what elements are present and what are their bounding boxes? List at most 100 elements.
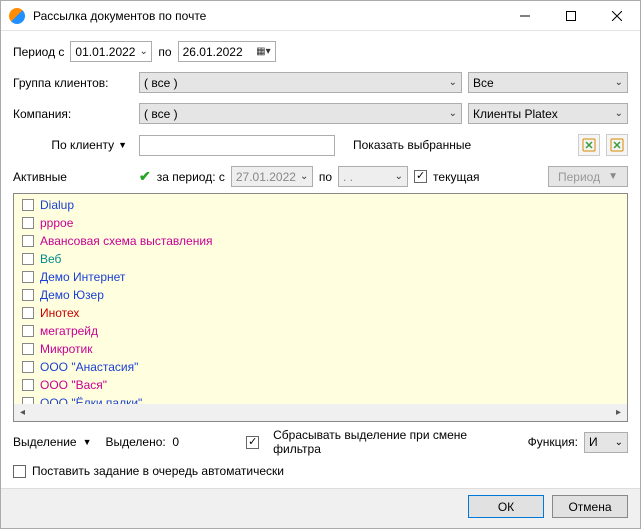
item-name: мегатрейд — [40, 324, 98, 338]
list-item[interactable]: ООО "Ёлки палки" — [18, 394, 623, 404]
item-checkbox[interactable] — [22, 217, 34, 229]
minimize-button[interactable] — [502, 1, 548, 31]
list-item[interactable]: мегатрейд — [18, 322, 623, 340]
queue-checkbox[interactable] — [13, 465, 26, 478]
item-name: Демо Интернет — [40, 270, 125, 284]
list-item[interactable]: Демо Интернет — [18, 268, 623, 286]
list-item[interactable]: Микротик — [18, 340, 623, 358]
selected-count-label: Выделено: 0 — [106, 435, 180, 449]
chevron-down-icon: ⌄ — [615, 77, 623, 88]
chevron-down-icon: ⌄ — [615, 108, 623, 119]
chevron-down-icon: ⌄ — [395, 171, 403, 182]
chevron-down-icon: ⌄ — [449, 108, 457, 119]
scroll-left-icon[interactable]: ◂ — [14, 404, 31, 421]
client-search-input[interactable] — [139, 135, 335, 156]
item-checkbox[interactable] — [22, 307, 34, 319]
company-right-select[interactable]: Клиенты Platex ⌄ — [468, 103, 628, 124]
reset-on-filter-checkbox[interactable] — [246, 436, 259, 449]
period-to-label: по — [158, 45, 171, 59]
client-group-select[interactable]: ( все ) ⌄ — [139, 72, 462, 93]
active-row: Активные ✔ за период: с 27.01.2022 ⌄ по … — [13, 166, 628, 187]
window-title: Рассылка документов по почте — [33, 9, 502, 23]
item-name: ООО "Вася" — [40, 378, 107, 392]
item-name: pppoe — [40, 216, 73, 230]
triangle-down-icon: ▼ — [83, 437, 92, 447]
company-row: Компания: ( все ) ⌄ Клиенты Platex ⌄ — [13, 103, 628, 124]
excel-import-button[interactable] — [606, 134, 628, 156]
item-checkbox[interactable] — [22, 235, 34, 247]
by-client-row: По клиенту ▼ Показать выбранные — [13, 134, 628, 156]
active-label: Активные — [13, 170, 133, 184]
item-checkbox[interactable] — [22, 379, 34, 391]
chevron-down-icon: ⌄ — [615, 437, 623, 448]
list-item[interactable]: Инотех — [18, 304, 623, 322]
triangle-down-icon: ▼ — [608, 171, 618, 182]
maximize-button[interactable] — [548, 1, 594, 31]
function-label: Функция: — [528, 435, 578, 449]
company-select[interactable]: ( все ) ⌄ — [139, 103, 462, 124]
list-item[interactable]: Dialup — [18, 196, 623, 214]
list-item[interactable]: Демо Юзер — [18, 286, 623, 304]
item-checkbox[interactable] — [22, 397, 34, 404]
period-row: Период с 01.01.2022 ⌄ по 26.01.2022 ▦▾ — [13, 41, 628, 62]
item-checkbox[interactable] — [22, 199, 34, 211]
item-name: Демо Юзер — [40, 288, 104, 302]
list-item[interactable]: ООО "Анастасия" — [18, 358, 623, 376]
chevron-down-icon: ⌄ — [449, 77, 457, 88]
current-checkbox[interactable] — [414, 170, 427, 183]
button-row: ОК Отмена — [1, 488, 640, 528]
active-period-prefix: за период: с — [157, 170, 225, 184]
client-list-body[interactable]: Dialup pppoe Авансовая схема выставления Ве… — [14, 194, 627, 404]
item-checkbox[interactable] — [22, 361, 34, 373]
queue-label: Поставить задание в очередь автоматическ… — [32, 464, 284, 478]
company-label: Компания: — [13, 107, 133, 121]
active-to-label: по — [319, 170, 332, 184]
scroll-right-icon[interactable]: ▸ — [610, 404, 627, 421]
list-item[interactable]: ООО "Вася" — [18, 376, 623, 394]
current-label: текущая — [433, 170, 479, 184]
client-list: Dialup pppoe Авансовая схема выставления Ве… — [13, 193, 628, 422]
reset-on-filter-label: Сбрасывать выделение при смене фильтра — [273, 428, 513, 456]
item-checkbox[interactable] — [22, 253, 34, 265]
footer-queue-row: Поставить задание в очередь автоматическ… — [1, 462, 640, 486]
period-to-input[interactable]: 26.01.2022 ▦▾ — [178, 41, 276, 62]
list-item[interactable]: Веб — [18, 250, 623, 268]
item-checkbox[interactable] — [22, 343, 34, 355]
function-select[interactable]: И ⌄ — [584, 432, 628, 453]
item-name: ООО "Ёлки палки" — [40, 396, 142, 404]
triangle-down-icon: ▼ — [118, 140, 127, 150]
item-checkbox[interactable] — [22, 271, 34, 283]
horizontal-scrollbar[interactable]: ◂ ▸ — [14, 404, 627, 421]
item-name: Веб — [40, 252, 61, 266]
selection-dropdown[interactable]: Выделение ▼ — [13, 435, 92, 449]
item-name: ООО "Анастасия" — [40, 360, 138, 374]
chevron-down-icon: ⌄ — [139, 46, 147, 57]
client-group-right-select[interactable]: Все ⌄ — [468, 72, 628, 93]
item-name: Авансовая схема выставления — [40, 234, 213, 248]
list-item[interactable]: Авансовая схема выставления — [18, 232, 623, 250]
client-group-label: Группа клиентов: — [13, 76, 133, 90]
ok-button[interactable]: ОК — [468, 495, 544, 518]
cancel-button[interactable]: Отмена — [552, 495, 628, 518]
item-name: Микротик — [40, 342, 92, 356]
titlebar: Рассылка документов по почте — [1, 1, 640, 31]
item-checkbox[interactable] — [22, 289, 34, 301]
active-date-to[interactable]: . . ⌄ — [338, 166, 408, 187]
active-date-from[interactable]: 27.01.2022 ⌄ — [231, 166, 313, 187]
chevron-down-icon: ⌄ — [300, 171, 308, 182]
excel-export-button[interactable] — [578, 134, 600, 156]
list-item[interactable]: pppoe — [18, 214, 623, 232]
period-button[interactable]: Период ▼ — [548, 166, 628, 187]
item-name: Инотех — [40, 306, 79, 320]
by-client-dropdown[interactable]: По клиенту ▼ — [13, 138, 133, 152]
footer-selection-row: Выделение ▼ Выделено: 0 Сбрасывать выдел… — [1, 422, 640, 462]
app-icon — [9, 8, 25, 24]
item-name: Dialup — [40, 198, 74, 212]
item-checkbox[interactable] — [22, 325, 34, 337]
period-from-input[interactable]: 01.01.2022 ⌄ — [70, 41, 152, 62]
calendar-dropdown-icon: ▦▾ — [256, 46, 270, 57]
client-group-row: Группа клиентов: ( все ) ⌄ Все ⌄ — [13, 72, 628, 93]
show-selected-label: Показать выбранные — [353, 138, 471, 152]
close-button[interactable] — [594, 1, 640, 31]
period-from-label: Период с — [13, 45, 64, 59]
